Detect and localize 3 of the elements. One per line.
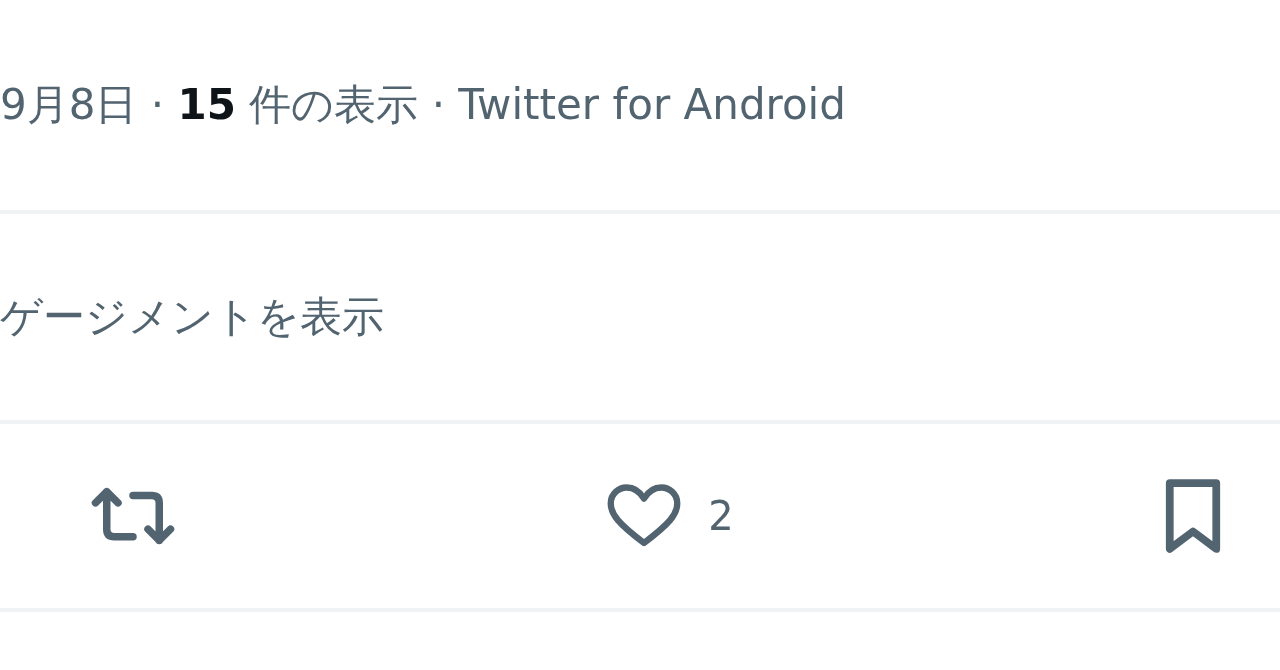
like-button[interactable]: 2 (606, 482, 734, 550)
tweet-meta: 9月8日 · 15 件の表示 · Twitter for Android (0, 79, 846, 131)
engagement-link[interactable]: ゲージメントを表示 (0, 289, 384, 345)
